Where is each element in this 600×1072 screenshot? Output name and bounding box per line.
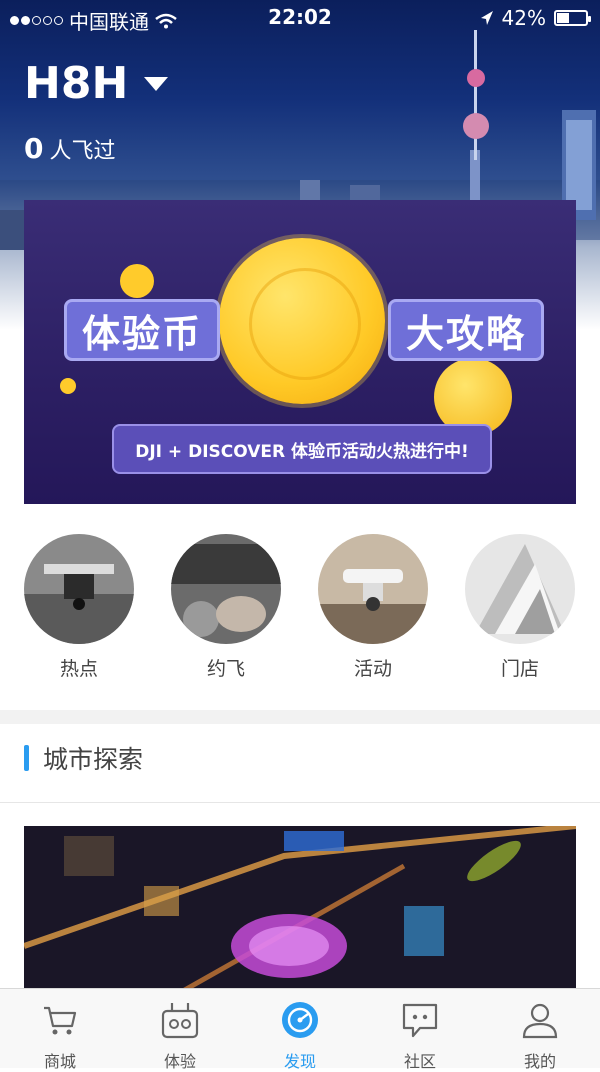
section-accent-bar: [24, 745, 29, 771]
banner-left-tag: 体验币: [64, 299, 220, 361]
section-divider: [0, 710, 600, 724]
architecture-photo: [465, 534, 575, 644]
tab-label: 发现: [283, 1052, 316, 1071]
coin-graphic: [219, 238, 385, 404]
banner-caption: DJI + DISCOVER 体验币活动火热进行中!: [112, 424, 492, 474]
banner-right-tag: 大攻略: [388, 299, 544, 361]
tab-profile[interactable]: 我的: [480, 989, 600, 1071]
chevron-down-icon: [144, 76, 169, 91]
tab-experience[interactable]: 体验: [120, 989, 240, 1071]
location-arrow-icon: [480, 11, 493, 25]
category-label: 热点: [59, 658, 98, 680]
category-events[interactable]: 活动: [318, 534, 428, 681]
category-label: 活动: [353, 658, 392, 680]
tab-label: 商城: [43, 1052, 76, 1071]
section-header: 城市探索: [24, 740, 143, 776]
category-row: 热点 约飞 活动 门店: [0, 534, 600, 684]
category-label: 约飞: [206, 658, 245, 680]
tab-bar: 商城 体验 发现 社区 我的: [0, 988, 600, 1071]
category-label: 门店: [500, 658, 539, 680]
compass-icon: [282, 1002, 318, 1038]
tab-label: 我的: [523, 1052, 556, 1071]
controller-icon: [161, 1003, 199, 1039]
drone-photo: [24, 534, 134, 644]
category-stores[interactable]: 门店: [465, 534, 575, 681]
flown-label: 人飞过: [49, 139, 116, 164]
hands-drone-photo: [171, 534, 281, 644]
page-title: H8H: [24, 58, 129, 109]
battery-percent: 42%: [501, 6, 546, 30]
category-fly-meetup[interactable]: 约飞: [171, 534, 281, 681]
cart-icon: [44, 1006, 77, 1035]
chat-icon: [402, 1003, 438, 1038]
city-selector[interactable]: H8H: [24, 58, 169, 109]
small-coin-decoration: [120, 264, 154, 298]
city-explore-photo[interactable]: [24, 826, 576, 996]
battery-icon: [554, 10, 591, 26]
flown-count-text: 0 人飞过: [24, 132, 116, 165]
phantom-drone-photo: [318, 534, 428, 644]
tab-label: 体验: [163, 1052, 196, 1071]
category-hotspot[interactable]: 热点: [24, 534, 134, 681]
status-bar: 中国联通 22:02 42%: [0, 0, 600, 34]
user-icon: [522, 1003, 558, 1039]
tab-store[interactable]: 商城: [0, 989, 120, 1071]
tab-community[interactable]: 社区: [360, 989, 480, 1071]
flown-count: 0: [24, 132, 44, 165]
status-right: 42%: [480, 6, 591, 30]
promo-banner[interactable]: 体验币 大攻略 DJI + DISCOVER 体验币活动火热进行中!: [24, 200, 576, 504]
section-title: 城市探索: [43, 745, 144, 774]
tab-label: 社区: [403, 1052, 436, 1071]
divider: [0, 802, 600, 803]
tab-discover[interactable]: 发现: [240, 989, 360, 1071]
tiny-coin-decoration: [60, 378, 76, 394]
